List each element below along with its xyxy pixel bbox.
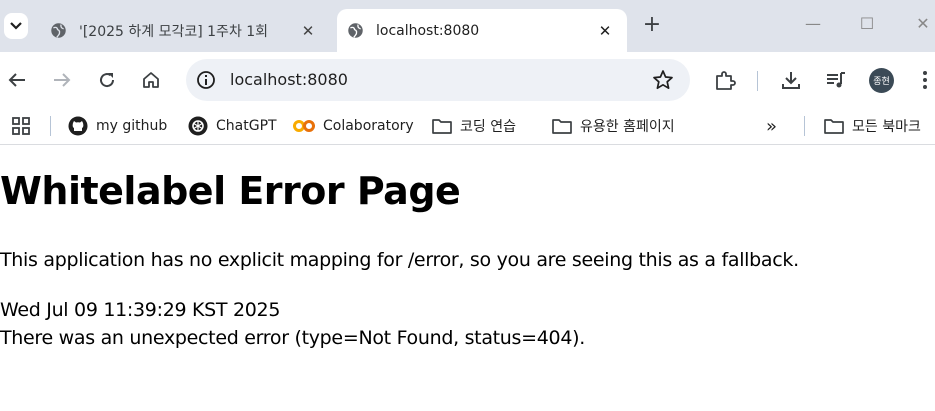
error-timestamp: Wed Jul 09 11:39:29 KST 2025 bbox=[0, 299, 281, 321]
download-icon bbox=[782, 72, 800, 89]
tab-close-icon[interactable]: ✕ bbox=[296, 19, 320, 43]
arrow-right-icon bbox=[54, 73, 71, 87]
bookmark-star-icon[interactable] bbox=[652, 69, 674, 91]
bookmark-colaboratory[interactable]: Colaboratory bbox=[293, 115, 414, 137]
chatgpt-icon bbox=[188, 116, 208, 136]
error-description: This application has no explicit mapping… bbox=[0, 249, 799, 271]
bookmarks-overflow-button[interactable]: » bbox=[766, 115, 777, 137]
close-window-button[interactable]: ✕ bbox=[908, 14, 935, 38]
bookmarks-bar: my github ChatGPT Colaboratory 코딩 연습 유용한… bbox=[0, 108, 935, 145]
globe-icon bbox=[51, 23, 66, 38]
puzzle-icon bbox=[716, 71, 736, 90]
downloads-button[interactable] bbox=[779, 68, 803, 92]
colab-icon bbox=[293, 120, 315, 132]
home-icon bbox=[143, 72, 159, 88]
address-bar[interactable]: localhost:8080 bbox=[186, 59, 690, 101]
forward-button[interactable] bbox=[50, 68, 74, 92]
url-text[interactable]: localhost:8080 bbox=[230, 70, 348, 89]
bookmark-label: 모든 북마크 bbox=[852, 119, 921, 135]
toolbar-divider bbox=[757, 71, 758, 91]
new-tab-button[interactable]: + bbox=[640, 14, 664, 38]
bookmark-chatgpt[interactable]: ChatGPT bbox=[188, 115, 277, 137]
bookmarks-divider bbox=[804, 116, 805, 136]
tab-active[interactable]: localhost:8080 ✕ bbox=[337, 9, 627, 52]
bookmark-label: 코딩 연습 bbox=[460, 119, 516, 135]
home-button[interactable] bbox=[139, 68, 163, 92]
folder-icon bbox=[432, 119, 452, 134]
bookmarks-divider bbox=[50, 116, 51, 136]
tab-inactive[interactable]: '[2025 하계 모각코] 1주차 1회 ✕ bbox=[40, 9, 330, 52]
apps-button[interactable] bbox=[11, 115, 39, 137]
globe-icon bbox=[348, 23, 363, 38]
media-control-button[interactable] bbox=[824, 68, 848, 92]
tab-title: '[2025 하계 모각코] 1주차 1회 bbox=[79, 23, 269, 40]
bookmark-label: ChatGPT bbox=[216, 118, 277, 134]
arrow-left-icon bbox=[8, 73, 25, 87]
bookmark-folder-all[interactable]: 모든 북마크 bbox=[824, 115, 921, 137]
bookmark-label: Colaboratory bbox=[323, 118, 414, 134]
info-icon[interactable] bbox=[196, 70, 216, 90]
page-title: Whitelabel Error Page bbox=[0, 169, 461, 213]
menu-button[interactable] bbox=[913, 68, 935, 92]
tab-title: localhost:8080 bbox=[376, 22, 480, 39]
playlist-music-icon bbox=[827, 72, 845, 88]
bookmark-folder-coding[interactable]: 코딩 연습 bbox=[432, 115, 516, 137]
apps-grid-icon bbox=[12, 117, 30, 135]
double-chevron-right-icon: » bbox=[766, 115, 778, 137]
tab-search-button[interactable] bbox=[4, 13, 28, 39]
back-button[interactable] bbox=[5, 68, 29, 92]
bookmark-label: 유용한 홈페이지 bbox=[580, 119, 675, 135]
profile-avatar[interactable]: 종현 bbox=[869, 68, 894, 93]
reload-button[interactable] bbox=[95, 68, 119, 92]
maximize-button[interactable]: ☐ bbox=[852, 14, 882, 38]
extensions-button[interactable] bbox=[713, 68, 737, 92]
tab-strip: '[2025 하계 모각코] 1주차 1회 ✕ localhost:8080 ✕… bbox=[0, 0, 935, 52]
browser-toolbar: localhost:8080 종현 bbox=[0, 52, 935, 108]
reload-icon bbox=[100, 73, 115, 88]
bookmark-my-github[interactable]: my github bbox=[68, 115, 167, 137]
more-vertical-icon bbox=[923, 71, 927, 89]
bookmark-label: my github bbox=[96, 118, 168, 134]
tab-close-icon[interactable]: ✕ bbox=[593, 19, 617, 43]
folder-icon bbox=[552, 119, 572, 134]
github-icon bbox=[68, 116, 88, 136]
minimize-button[interactable]: — bbox=[798, 14, 828, 38]
error-message: There was an unexpected error (type=Not … bbox=[0, 327, 585, 349]
bookmark-folder-useful[interactable]: 유용한 홈페이지 bbox=[552, 115, 675, 137]
folder-icon bbox=[824, 119, 844, 134]
chevron-down-icon bbox=[10, 22, 22, 30]
